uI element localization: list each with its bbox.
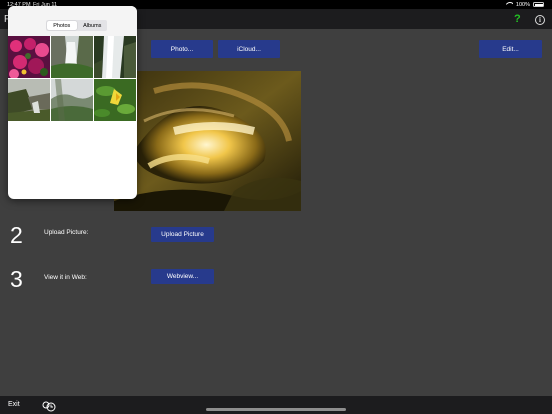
history-clock-icon[interactable] (41, 399, 57, 412)
battery-percent: 100% (515, 1, 530, 8)
photo-grid (8, 36, 137, 121)
photo-thumbnail-coastal-cliff[interactable] (8, 79, 50, 121)
exit-button[interactable]: Exit (8, 401, 20, 408)
photo-thumbnail-foggy-valley[interactable] (51, 79, 93, 121)
app-screen: 12:47 PM Fri Jun 11 100% P ? i Photo... … (0, 0, 552, 414)
photo-thumbnail-yellow-lily[interactable] (94, 79, 136, 121)
tab-photos[interactable]: Photos (47, 21, 77, 30)
photo-button[interactable]: Photo... (151, 40, 213, 58)
picker-segmented-control: Photos Albums (46, 20, 107, 31)
tab-albums[interactable]: Albums (78, 20, 108, 31)
status-right: 100% (505, 2, 544, 8)
photo-thumbnail-waterfall-cascade[interactable] (94, 36, 136, 78)
step-2-number: 2 (10, 222, 23, 248)
wifi-icon (505, 2, 513, 8)
home-indicator (206, 408, 346, 411)
bottom-toolbar (0, 396, 552, 414)
photo-thumbnail-pink-flowers[interactable] (8, 36, 50, 78)
info-icon[interactable]: i (535, 15, 545, 25)
battery-icon (533, 2, 544, 7)
photo-picker-popover: Photos Albums (8, 6, 137, 199)
step-2-label: Upload Picture: (44, 229, 89, 236)
icloud-button[interactable]: iCloud... (218, 40, 280, 58)
help-icon[interactable]: ? (514, 12, 521, 26)
edit-button[interactable]: Edit... (479, 40, 542, 58)
picker-header: Photos Albums (8, 6, 137, 36)
selected-picture-preview (114, 71, 301, 211)
step-3-number: 3 (10, 266, 23, 292)
webview-button[interactable]: Webview... (151, 269, 214, 284)
photo-thumbnail-waterfall-valley[interactable] (51, 36, 93, 78)
upload-picture-button[interactable]: Upload Picture (151, 227, 214, 242)
step-3-label: View it in Web: (44, 274, 87, 281)
